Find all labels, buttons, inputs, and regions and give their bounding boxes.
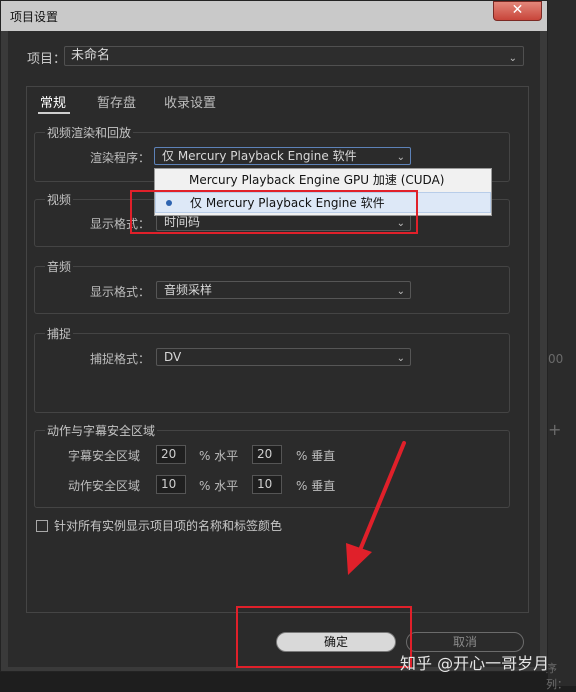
action-safe-horizontal-input[interactable]: 10: [156, 475, 186, 494]
cancel-button[interactable]: 取消: [406, 632, 524, 652]
show-labels-checkbox[interactable]: [36, 520, 48, 532]
safe-margins-group: [34, 430, 510, 508]
capture-format-label: 捕捉格式：: [90, 352, 151, 366]
horizontal-unit-label: % 水平: [199, 449, 239, 463]
project-select[interactable]: 未命名 ⌄: [64, 46, 524, 66]
dialog-title: 项目设置: [10, 10, 59, 24]
chevron-down-icon: ⌄: [396, 286, 405, 297]
renderer-label: 渲染程序：: [90, 151, 151, 165]
capture-format-select[interactable]: DV ⌄: [156, 348, 411, 366]
title-bar[interactable]: 项目设置 ✕: [1, 1, 547, 31]
watermark: 知乎 @开心一哥岁月: [400, 654, 550, 673]
renderer-value: 仅 Mercury Playback Engine 软件: [162, 149, 357, 163]
vertical-unit-label: % 垂直: [296, 449, 336, 463]
close-icon: ✕: [511, 2, 524, 18]
tab-general[interactable]: 常规: [40, 92, 66, 111]
video-group-title: 视频: [45, 191, 74, 208]
chevron-down-icon: ⌄: [396, 353, 405, 364]
audio-format-label: 显示格式：: [90, 285, 151, 299]
renderer-option-gpu-cuda[interactable]: Mercury Playback Engine GPU 加速 (CUDA): [155, 170, 491, 191]
capture-group: [34, 333, 510, 413]
capture-format-value: DV: [164, 350, 182, 364]
option-label: Mercury Playback Engine GPU 加速 (CUDA): [189, 173, 445, 187]
annotation-highlight-box: [130, 190, 418, 234]
action-safe-vertical-input[interactable]: 10: [252, 475, 282, 494]
active-tab-indicator: [38, 112, 70, 114]
renderer-select[interactable]: 仅 Mercury Playback Engine 软件 ⌄: [154, 147, 411, 165]
project-value: 未命名: [71, 48, 111, 63]
tab-scratch-disks[interactable]: 暂存盘: [97, 92, 136, 111]
title-safe-horizontal-input[interactable]: 20: [156, 445, 186, 464]
background-plus-icon: +: [548, 420, 562, 439]
show-labels-checkbox-label[interactable]: 针对所有实例显示项目项的名称和标签颜色: [54, 517, 282, 534]
background-text: 00: [548, 352, 564, 366]
title-safe-vertical-input[interactable]: 20: [252, 445, 282, 464]
horizontal-unit-label: % 水平: [199, 479, 239, 493]
action-safe-label: 动作安全区域: [68, 479, 141, 493]
vertical-unit-label: % 垂直: [296, 479, 336, 493]
capture-group-title: 捕捉: [45, 325, 74, 342]
close-button[interactable]: ✕: [493, 1, 542, 21]
background-sequence-label: 序列：: [546, 662, 568, 691]
render-group-title: 视频渲染和回放: [45, 124, 134, 141]
tab-ingest-settings[interactable]: 收录设置: [164, 92, 216, 111]
title-safe-label: 字幕安全区域: [68, 449, 141, 463]
audio-group-title: 音频: [45, 258, 74, 275]
project-label: 项目：: [27, 52, 67, 67]
safe-margins-group-title: 动作与字幕安全区域: [45, 422, 158, 439]
background-panel: 00 +: [548, 0, 576, 686]
annotation-highlight-box: [236, 606, 412, 668]
audio-format-select[interactable]: 音频采样 ⌄: [156, 281, 411, 299]
chevron-down-icon: ⌄: [508, 53, 517, 64]
audio-format-value: 音频采样: [164, 283, 213, 297]
chevron-down-icon: ⌄: [396, 152, 405, 163]
